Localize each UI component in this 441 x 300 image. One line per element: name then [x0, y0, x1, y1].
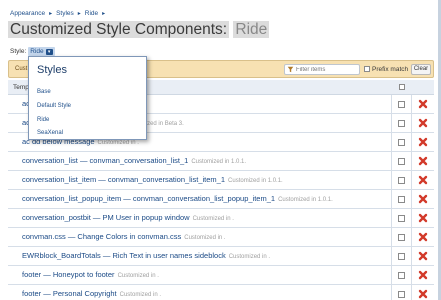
style-selector-label: Style:	[10, 48, 27, 55]
template-title: footer — Personal Copyright	[22, 289, 117, 298]
breadcrumb-separator-icon: ▸	[102, 11, 106, 17]
template-title: footer — Honeypot to footer	[22, 270, 115, 279]
style-option-seaxenal[interactable]: SeaXenal	[37, 130, 63, 136]
row-checkbox[interactable]	[398, 291, 405, 298]
style-selector-value: Ride	[30, 48, 44, 55]
template-title: conversation_list — convman_conversation…	[22, 156, 189, 165]
table-row: conversation_list — convman_conversation…	[8, 152, 434, 171]
customized-note: Customized in 1.0.1.	[191, 159, 247, 165]
table-row: conversation_list_item — convman_convers…	[8, 171, 434, 190]
template-link[interactable]: footer — Honeypot to footer Customized in…	[22, 270, 159, 279]
table-row: footer — Honeypot to footer Customized in…	[8, 266, 434, 285]
row-checkbox[interactable]	[398, 253, 405, 260]
delete-icon[interactable]	[418, 232, 428, 242]
prefix-match-checkbox[interactable]	[364, 66, 370, 72]
style-option-default[interactable]: Default Style	[37, 103, 71, 109]
customized-note: Customized in .	[117, 273, 159, 279]
customized-note: Customized in .	[97, 140, 139, 146]
style-selector-row: Style: Ride ▾	[10, 47, 55, 56]
template-title: convman.css — Change Colors in convman.c…	[22, 232, 182, 241]
customized-note: Customized in .	[228, 254, 271, 260]
customized-note: Customized in .	[192, 216, 234, 222]
row-checkbox[interactable]	[398, 101, 405, 108]
page-title: Customized Style Components: Ride	[8, 21, 270, 39]
template-link[interactable]: conversation_list_popup_item — convman_c…	[22, 194, 333, 203]
breadcrumb-item-appearance[interactable]: Appearance	[10, 10, 45, 17]
row-checkbox[interactable]	[398, 272, 405, 279]
delete-icon[interactable]	[418, 289, 428, 299]
list-header-label: Temp	[13, 84, 29, 91]
breadcrumb-item-styles[interactable]: Styles	[56, 10, 74, 17]
template-title: conversation_list_item — convman_convers…	[22, 175, 226, 184]
filter-bar-label: Cust	[15, 66, 28, 72]
clear-button[interactable]: Clear	[411, 64, 431, 75]
breadcrumb-item-ride[interactable]: Ride	[85, 10, 98, 17]
template-title: EWRblock_BoardTotals — Rich Text in user…	[22, 251, 226, 260]
page-title-style-name: Ride	[233, 21, 270, 38]
delete-icon[interactable]	[418, 156, 428, 166]
select-all-checkbox[interactable]	[399, 84, 405, 90]
table-row: EWRblock_BoardTotals — Rich Text in user…	[8, 247, 434, 266]
row-checkbox[interactable]	[398, 215, 405, 222]
delete-icon[interactable]	[418, 137, 428, 147]
template-link[interactable]: EWRblock_BoardTotals — Rich Text in user…	[22, 251, 270, 260]
row-checkbox[interactable]	[398, 234, 405, 241]
filter-items-input[interactable]	[284, 64, 360, 75]
search-icon	[287, 66, 294, 73]
delete-icon[interactable]	[418, 175, 428, 185]
table-row: conversation_postbit — PM User in popup …	[8, 209, 434, 228]
table-row: footer — Personal Copyright Customized in…	[8, 285, 434, 300]
table-row: convman.css — Change Colors in convman.c…	[8, 228, 434, 247]
customized-note: Customized in .	[184, 235, 226, 241]
style-selector[interactable]: Ride ▾	[28, 47, 55, 56]
delete-icon[interactable]	[418, 213, 428, 223]
prefix-match-label: Prefix match	[372, 66, 409, 73]
customized-note: Customized in 1.0.1.	[278, 197, 333, 203]
breadcrumb: Appearance ▸ Styles ▸ Ride ▸	[10, 10, 105, 17]
chevron-down-icon: ▾	[45, 48, 53, 55]
style-option-ride[interactable]: Ride	[37, 117, 49, 123]
row-checkbox[interactable]	[398, 139, 405, 146]
breadcrumb-separator-icon: ▸	[77, 11, 81, 17]
template-link[interactable]: conversation_postbit — PM User in popup …	[22, 213, 234, 222]
delete-icon[interactable]	[418, 118, 428, 128]
row-checkbox[interactable]	[398, 177, 405, 184]
template-title: conversation_list_popup_item — convman_c…	[22, 194, 276, 203]
template-link[interactable]: convman.css — Change Colors in convman.c…	[22, 232, 226, 241]
delete-icon[interactable]	[418, 270, 428, 280]
styles-popup: Styles Base Default Style Ride SeaXenal	[28, 56, 147, 140]
template-title: conversation_postbit — PM User in popup …	[22, 213, 190, 222]
row-checkbox[interactable]	[398, 158, 405, 165]
template-link[interactable]: conversation_list — convman_conversation…	[22, 156, 246, 165]
table-row: conversation_list_popup_item — convman_c…	[8, 190, 434, 209]
customized-note: Customized in 1.0.1.	[228, 178, 283, 184]
template-link[interactable]: conversation_list_item — convman_convers…	[22, 175, 283, 184]
row-checkbox[interactable]	[398, 196, 405, 203]
delete-icon[interactable]	[418, 99, 428, 109]
template-link[interactable]: footer — Personal Copyright Customized in…	[22, 289, 161, 298]
page-title-prefix: Customized Style Components:	[8, 21, 230, 38]
row-checkbox[interactable]	[398, 120, 405, 127]
breadcrumb-separator-icon: ▸	[49, 11, 53, 17]
delete-icon[interactable]	[418, 251, 428, 261]
styles-popup-title: Styles	[37, 64, 67, 76]
delete-icon[interactable]	[418, 194, 428, 204]
style-option-base[interactable]: Base	[37, 89, 51, 95]
customized-note: Customized in .	[119, 292, 161, 298]
